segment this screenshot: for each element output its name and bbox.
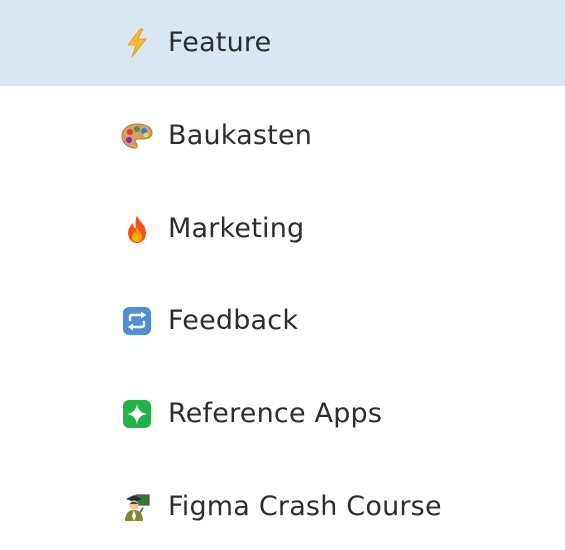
palette-icon	[120, 119, 154, 153]
sidebar-item-label: Figma Crash Course	[168, 491, 442, 522]
teacher-icon	[120, 490, 154, 524]
sidebar-nav: Feature Baukasten Marketing Feedback Ref…	[0, 0, 565, 547]
sidebar-item-label: Feedback	[168, 305, 299, 336]
lightning-icon	[120, 26, 154, 60]
sidebar-item-feedback[interactable]: Feedback	[0, 278, 565, 364]
sidebar-item-feature[interactable]: Feature	[0, 0, 565, 86]
sidebar-item-label: Feature	[168, 27, 272, 58]
sidebar-item-reference-apps[interactable]: Reference Apps	[0, 371, 565, 457]
sidebar-item-label: Reference Apps	[168, 398, 383, 429]
sidebar-item-baukasten[interactable]: Baukasten	[0, 93, 565, 179]
sidebar-item-marketing[interactable]: Marketing	[0, 186, 565, 272]
sidebar-item-figma-crash-course[interactable]: Figma Crash Course	[0, 464, 565, 550]
sidebar-item-label: Marketing	[168, 213, 305, 244]
repeat-arrows-icon	[120, 304, 154, 338]
sparkle-icon	[120, 397, 154, 431]
fire-icon	[120, 212, 154, 246]
sidebar-item-label: Baukasten	[168, 120, 313, 151]
